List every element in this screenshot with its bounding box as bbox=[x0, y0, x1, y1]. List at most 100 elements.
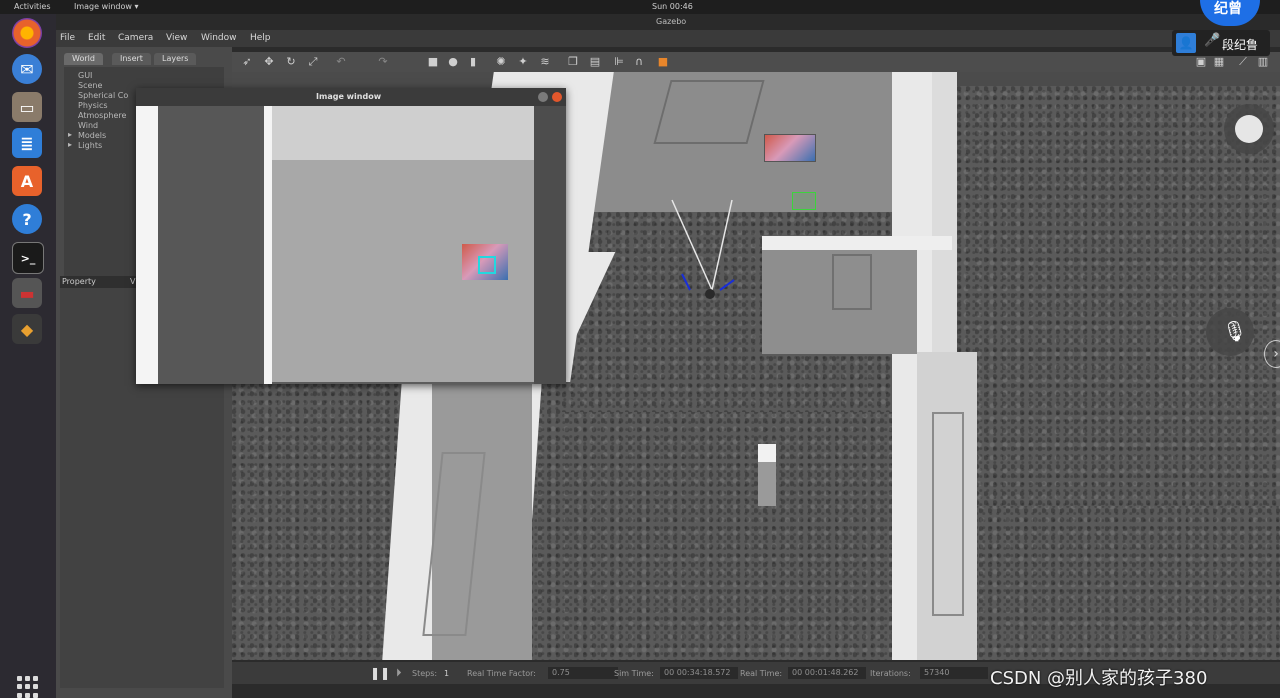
microphone-icon[interactable]: 🎙 bbox=[1206, 308, 1254, 356]
gazebo-menubar: File Edit Camera View Window Help bbox=[56, 30, 1280, 47]
sim-time-label: Sim Time: bbox=[614, 669, 654, 678]
floor-carpet bbox=[957, 86, 1280, 506]
tree-item-lights[interactable]: Lights bbox=[78, 141, 102, 150]
minimize-icon[interactable] bbox=[538, 92, 548, 102]
box-icon[interactable]: ■ bbox=[426, 55, 440, 69]
sphere-icon[interactable]: ● bbox=[446, 55, 460, 69]
log-icon[interactable]: ▦ bbox=[1212, 55, 1226, 69]
menu-file[interactable]: File bbox=[60, 33, 75, 43]
close-icon[interactable] bbox=[552, 92, 562, 102]
steps-label: Steps: bbox=[412, 669, 438, 678]
point-light-icon[interactable]: ✺ bbox=[494, 55, 508, 69]
tree-item-physics[interactable]: Physics bbox=[78, 101, 108, 110]
camera-view-ceiling bbox=[272, 106, 539, 160]
select-icon[interactable]: ➶ bbox=[240, 55, 254, 69]
paste-icon[interactable]: ▤ bbox=[588, 55, 602, 69]
files-icon[interactable]: ▭ bbox=[12, 92, 42, 122]
record-icon[interactable]: ■ bbox=[656, 55, 670, 69]
menu-window[interactable]: Window bbox=[201, 33, 237, 43]
app-dock: ✉ ▭ ≣ A ? >_ ▬ ◆ bbox=[0, 14, 56, 698]
robot[interactable] bbox=[671, 199, 735, 299]
step-icon[interactable]: ⏵ bbox=[396, 666, 402, 680]
image-viewer-icon[interactable]: ▬ bbox=[12, 278, 42, 308]
redo-icon[interactable]: ↷ bbox=[376, 55, 390, 69]
meeting-avatar-label: 纪曾 bbox=[1214, 1, 1242, 17]
real-time-label: Real Time: bbox=[740, 669, 783, 678]
tree-item-models[interactable]: Models bbox=[78, 131, 106, 140]
mic-on-icon: 🎤 bbox=[1204, 33, 1221, 48]
screenshot-icon[interactable]: ▣ bbox=[1194, 55, 1208, 69]
door-frame bbox=[653, 80, 765, 144]
detection-box bbox=[478, 256, 496, 274]
target-poster[interactable] bbox=[764, 134, 816, 162]
firefox-icon[interactable] bbox=[12, 18, 42, 48]
align-icon[interactable]: ⊫ bbox=[612, 55, 626, 69]
video-icon[interactable]: ▥ bbox=[1256, 55, 1270, 69]
activities-button[interactable]: Activities bbox=[14, 2, 51, 11]
real-time-field: 00 00:01:48.262 bbox=[788, 667, 866, 679]
clock[interactable]: Sun 00:46 bbox=[652, 2, 693, 11]
tree-item-gui[interactable]: GUI bbox=[78, 71, 92, 80]
camera-view-wall bbox=[534, 106, 566, 384]
expand-arrow-icon[interactable]: ▸ bbox=[68, 130, 72, 139]
camera-view-wall bbox=[158, 106, 264, 384]
gz-marker bbox=[792, 192, 816, 210]
camera-view-wall bbox=[264, 106, 272, 384]
software-icon[interactable]: A bbox=[12, 166, 42, 196]
steps-stepper[interactable]: 1 bbox=[444, 669, 449, 678]
box-obstacle-top bbox=[758, 444, 776, 462]
copy-icon[interactable]: ❐ bbox=[566, 55, 580, 69]
pause-icon[interactable]: ❚❚ bbox=[370, 666, 390, 680]
gazebo-titlebar: Gazebo bbox=[56, 14, 1280, 30]
value-column-label: V bbox=[130, 277, 136, 286]
directional-light-icon[interactable]: ≋ bbox=[538, 55, 552, 69]
tree-item-wind[interactable]: Wind bbox=[78, 121, 98, 130]
iterations-label: Iterations: bbox=[870, 669, 911, 678]
sim-time-field: 00 00:34:18.572 bbox=[660, 667, 738, 679]
cylinder-icon[interactable]: ▮ bbox=[466, 55, 480, 69]
image-window-title: Image window bbox=[316, 92, 382, 101]
tree-item-atmosphere[interactable]: Atmosphere bbox=[78, 111, 126, 120]
undo-icon[interactable]: ↶ bbox=[334, 55, 348, 69]
tab-insert[interactable]: Insert bbox=[112, 53, 151, 65]
door-frame bbox=[932, 412, 964, 616]
watermark: CSDN @别人家的孩子380 bbox=[990, 668, 1208, 689]
wall bbox=[762, 236, 952, 250]
rtf-field: 0.75 bbox=[548, 667, 618, 679]
door-frame bbox=[832, 254, 872, 310]
tab-layers[interactable]: Layers bbox=[154, 53, 197, 65]
participant-name: 段纪鲁 bbox=[1222, 38, 1259, 52]
record-button[interactable] bbox=[1224, 104, 1274, 154]
gazebo-title: Gazebo bbox=[656, 17, 687, 26]
scale-icon[interactable]: ⤢ bbox=[306, 55, 320, 69]
menu-view[interactable]: View bbox=[166, 33, 187, 43]
document-icon[interactable]: ≣ bbox=[12, 128, 42, 158]
image-window-titlebar[interactable]: Image window bbox=[136, 88, 566, 106]
property-column-label: Property bbox=[62, 277, 96, 286]
tree-item-scene[interactable]: Scene bbox=[78, 81, 102, 90]
rotate-icon[interactable]: ↻ bbox=[284, 55, 298, 69]
mail-icon[interactable]: ✉ bbox=[12, 54, 42, 84]
image-window[interactable]: Image window bbox=[136, 88, 566, 384]
gazebo-toolbar: ➶ ✥ ↻ ⤢ ↶ ↷ ■ ● ▮ ✺ ✦ ≋ ❐ ▤ ⊫ ∩ ■ ▣ ▦ ⟋ … bbox=[232, 52, 1280, 72]
spot-light-icon[interactable]: ✦ bbox=[516, 55, 530, 69]
show-apps-icon[interactable] bbox=[17, 676, 39, 698]
snap-icon[interactable]: ∩ bbox=[632, 55, 646, 69]
meeting-participant-bar[interactable]: 👤 🎤 段纪鲁 bbox=[1172, 30, 1270, 56]
menu-camera[interactable]: Camera bbox=[118, 33, 153, 43]
rtf-label: Real Time Factor: bbox=[467, 669, 536, 678]
translate-icon[interactable]: ✥ bbox=[262, 55, 276, 69]
active-window-menu[interactable]: Image window ▾ bbox=[74, 2, 139, 11]
help-icon[interactable]: ? bbox=[12, 204, 42, 234]
terminal-icon[interactable]: >_ bbox=[12, 242, 44, 274]
camera-view-wall bbox=[136, 106, 158, 384]
tab-world[interactable]: World bbox=[64, 53, 103, 65]
camera-frustum bbox=[671, 199, 735, 299]
iterations-field: 57340 bbox=[920, 667, 988, 679]
plot-icon[interactable]: ⟋ bbox=[1236, 55, 1250, 69]
menu-edit[interactable]: Edit bbox=[88, 33, 105, 43]
menu-help[interactable]: Help bbox=[250, 33, 271, 43]
expand-arrow-icon[interactable]: ▸ bbox=[68, 140, 72, 149]
tree-item-spherical-coordinates[interactable]: Spherical Co bbox=[78, 91, 128, 100]
gazebo-icon[interactable]: ◆ bbox=[12, 314, 42, 344]
